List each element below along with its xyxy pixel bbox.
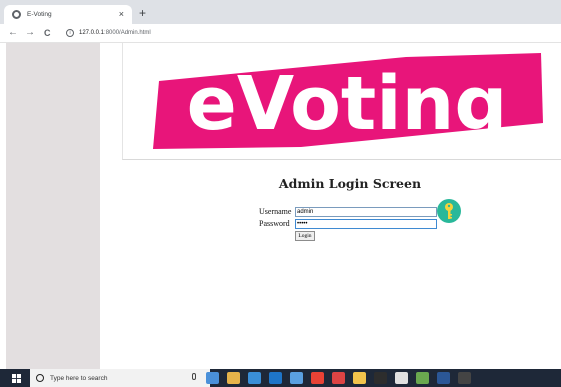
login-button[interactable]: Login — [295, 231, 315, 241]
username-field[interactable]: admin — [295, 207, 437, 217]
forward-button[interactable]: → — [25, 27, 35, 39]
microphone-icon[interactable] — [192, 373, 196, 380]
info-icon[interactable]: i — [66, 29, 74, 37]
page-title: Admin Login Screen — [278, 176, 422, 191]
windows-start-icon[interactable] — [12, 374, 21, 383]
password-field[interactable]: ••••• — [295, 219, 437, 229]
search-placeholder: Type here to search — [50, 374, 108, 382]
reload-button[interactable]: C — [44, 27, 51, 39]
left-sidebar — [6, 43, 100, 369]
edge-icon[interactable] — [227, 372, 240, 384]
browser-tab[interactable]: E-Voting × — [4, 5, 132, 24]
password-label: Password — [259, 219, 290, 228]
evoting-logo: eVoting — [153, 53, 543, 149]
tab-title: E-Voting — [27, 11, 52, 18]
chrome-icon[interactable] — [311, 372, 324, 384]
tab-bar: E-Voting × + — [0, 0, 561, 24]
address-bar: ← → C i 127.0.0.1:8000/Admin.html — [0, 24, 561, 43]
username-label: Username — [259, 207, 292, 216]
taskbar-apps — [206, 372, 471, 384]
word-icon[interactable] — [437, 372, 450, 384]
url-host: 127.0.0.1 — [79, 30, 105, 36]
taskbar: Type here to search — [0, 369, 561, 387]
app-icon[interactable] — [332, 372, 345, 384]
taskbar-search[interactable]: Type here to search — [30, 369, 210, 387]
ie-icon[interactable] — [269, 372, 282, 384]
cortana-icon — [36, 374, 44, 382]
python-icon[interactable] — [395, 372, 408, 384]
explorer-icon[interactable] — [353, 372, 366, 384]
cmd-icon[interactable] — [458, 372, 471, 384]
url-path: :8000/Admin.html — [104, 30, 151, 36]
photos-icon[interactable] — [290, 372, 303, 384]
new-tab-button[interactable]: + — [139, 7, 146, 19]
logo-text: eVoting — [187, 61, 508, 147]
url-field[interactable]: i 127.0.0.1:8000/Admin.html — [66, 29, 151, 37]
back-button[interactable]: ← — [8, 27, 18, 39]
tab-close-button[interactable]: × — [119, 10, 124, 19]
banner: eVoting — [122, 43, 561, 160]
paint-icon[interactable] — [416, 372, 429, 384]
key-icon — [437, 199, 461, 223]
store-icon[interactable] — [248, 372, 261, 384]
terminal-icon[interactable] — [374, 372, 387, 384]
globe-icon — [12, 10, 21, 19]
task-view-icon[interactable] — [206, 372, 219, 384]
